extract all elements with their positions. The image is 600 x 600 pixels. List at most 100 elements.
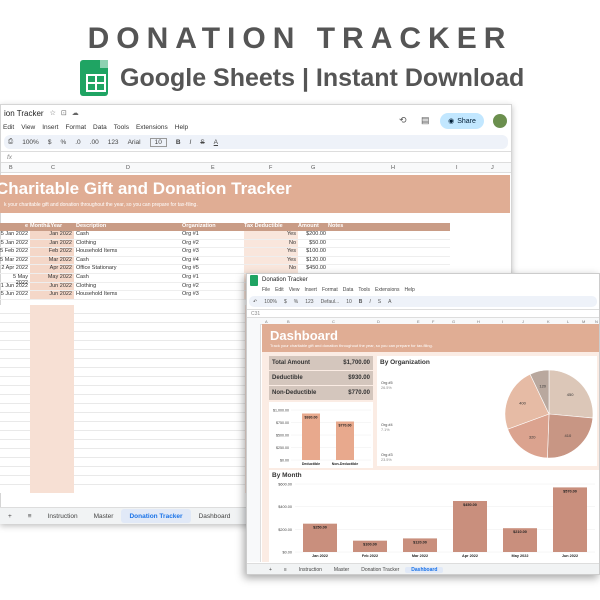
font-size-input[interactable]: 10 bbox=[149, 137, 167, 147]
table-cell[interactable]: Org #3 bbox=[180, 248, 244, 256]
col-f[interactable]: F bbox=[269, 165, 272, 171]
table-cell[interactable]: Household Items bbox=[74, 248, 180, 256]
table-cell[interactable]: Org #4 bbox=[180, 257, 244, 265]
tab-donation-tracker[interactable]: Donation Tracker bbox=[355, 567, 405, 573]
avatar[interactable] bbox=[493, 114, 507, 128]
doc-title[interactable]: ion Tracker bbox=[4, 109, 44, 118]
table-cell[interactable]: Yes bbox=[244, 231, 298, 239]
tab-instruction[interactable]: Instruction bbox=[293, 567, 328, 573]
table-cell[interactable]: Feb 2022 bbox=[30, 248, 74, 256]
share-button[interactable]: ◉ Share bbox=[440, 113, 484, 129]
table-cell[interactable]: Jun 2022 bbox=[30, 282, 74, 291]
table-cell[interactable]: Cash bbox=[74, 274, 180, 282]
increase-decimal-button[interactable]: .00 bbox=[90, 139, 99, 146]
table-cell[interactable] bbox=[328, 231, 378, 239]
menu-extensions[interactable]: Extensions bbox=[375, 287, 399, 293]
bold-button[interactable]: B bbox=[359, 299, 363, 305]
table-cell[interactable]: Org #5 bbox=[180, 265, 244, 273]
star-icon[interactable]: ☆ bbox=[50, 109, 56, 117]
table-cell[interactable]: 5 Jun 2022 bbox=[0, 291, 30, 299]
tab-dashboard[interactable]: Dashboard bbox=[191, 509, 239, 523]
table-cell[interactable]: Office Stationary bbox=[74, 265, 180, 273]
col-h[interactable]: H bbox=[391, 165, 395, 171]
decrease-decimal-button[interactable]: .0 bbox=[75, 139, 80, 146]
table-cell[interactable]: Org #3 bbox=[180, 291, 244, 299]
font-select[interactable]: Defaul... bbox=[321, 299, 340, 305]
menu-data[interactable]: Data bbox=[343, 287, 354, 293]
table-cell[interactable]: Apr 2022 bbox=[30, 265, 74, 273]
table-cell[interactable]: 1 Jun 2022 bbox=[0, 283, 30, 291]
table-cell[interactable] bbox=[328, 248, 378, 256]
menu-data[interactable]: Data bbox=[93, 124, 107, 131]
undo-icon[interactable]: ↶ bbox=[253, 299, 257, 305]
tab-master[interactable]: Master bbox=[86, 509, 122, 523]
currency-button[interactable]: $ bbox=[284, 299, 287, 305]
table-cell[interactable]: Cash bbox=[74, 231, 180, 239]
menu-file[interactable]: File bbox=[262, 287, 270, 293]
tab-dashboard[interactable]: Dashboard bbox=[405, 566, 444, 573]
text-color-button[interactable]: A bbox=[214, 139, 218, 146]
tab-instruction[interactable]: Instruction bbox=[40, 509, 86, 523]
menu-edit[interactable]: Edit bbox=[3, 124, 14, 131]
table-cell[interactable]: Cash bbox=[74, 257, 180, 265]
table-cell[interactable]: Jan 2022 bbox=[30, 239, 74, 248]
table-cell[interactable]: $50.00 bbox=[298, 240, 328, 248]
print-icon[interactable]: ⎙ bbox=[8, 138, 13, 146]
percent-button[interactable]: % bbox=[294, 299, 298, 305]
table-cell[interactable]: 5 Jan 2022 bbox=[0, 240, 30, 248]
table-cell[interactable]: Mar 2022 bbox=[30, 256, 74, 265]
table-cell[interactable]: 2 Apr 2022 bbox=[0, 265, 30, 273]
table-cell[interactable]: May 2022 bbox=[30, 273, 74, 282]
table-cell[interactable] bbox=[328, 240, 378, 248]
zoom-select[interactable]: 100% bbox=[22, 139, 39, 146]
cloud-icon[interactable]: ☁ bbox=[72, 109, 79, 117]
menu-extensions[interactable]: Extensions bbox=[136, 124, 168, 131]
font-select[interactable]: Arial bbox=[128, 139, 141, 146]
formula-bar[interactable]: C31 bbox=[247, 309, 599, 318]
col-d[interactable]: D bbox=[126, 165, 130, 171]
table-cell[interactable]: 5 Mar 2022 bbox=[0, 257, 30, 265]
col-b[interactable]: B bbox=[9, 165, 13, 171]
comment-icon[interactable]: ▤ bbox=[421, 115, 430, 126]
table-cell[interactable]: $200.00 bbox=[298, 231, 328, 239]
text-color-button[interactable]: A bbox=[388, 299, 391, 305]
menu-insert[interactable]: Insert bbox=[42, 124, 58, 131]
table-cell[interactable]: Jan 2022 bbox=[30, 231, 74, 239]
col-c[interactable]: C bbox=[51, 165, 55, 171]
table-cell[interactable]: Org #1 bbox=[180, 231, 244, 239]
doc-title[interactable]: Donation Tracker bbox=[262, 277, 308, 283]
formula-bar[interactable]: fx bbox=[1, 151, 511, 163]
italic-button[interactable]: I bbox=[190, 139, 192, 146]
menu-format[interactable]: Format bbox=[322, 287, 338, 293]
strikethrough-button[interactable]: S bbox=[378, 299, 381, 305]
menu-help[interactable]: Help bbox=[405, 287, 415, 293]
table-cell[interactable]: Yes bbox=[244, 256, 298, 265]
table-cell[interactable]: Org #1 bbox=[180, 274, 244, 282]
menu-tools[interactable]: Tools bbox=[358, 287, 370, 293]
tab-donation-tracker[interactable]: Donation Tracker bbox=[121, 509, 191, 523]
table-cell[interactable]: Clothing bbox=[74, 240, 180, 248]
table-cell[interactable]: Org #2 bbox=[180, 283, 244, 291]
all-sheets-icon[interactable]: ≡ bbox=[20, 509, 40, 523]
table-cell[interactable]: 5 Feb 2022 bbox=[0, 248, 30, 256]
number-format-button[interactable]: 123 bbox=[305, 299, 313, 305]
table-cell[interactable] bbox=[328, 257, 378, 265]
menu-help[interactable]: Help bbox=[175, 124, 188, 131]
all-sheets-icon[interactable]: ≡ bbox=[278, 567, 293, 573]
table-cell[interactable]: 5 May 2022 bbox=[0, 274, 30, 286]
table-cell[interactable]: Household Items bbox=[74, 291, 180, 299]
add-sheet-icon[interactable]: + bbox=[263, 567, 278, 573]
table-cell[interactable]: Yes bbox=[244, 248, 298, 256]
table-cell[interactable] bbox=[328, 265, 378, 273]
cell-ref[interactable]: C31 bbox=[251, 311, 260, 317]
table-cell[interactable]: 5 Jan 2022 bbox=[0, 231, 30, 239]
add-sheet-icon[interactable]: + bbox=[0, 509, 20, 523]
font-size-input[interactable]: 10 bbox=[346, 299, 352, 305]
col-i[interactable]: I bbox=[456, 165, 458, 171]
menu-format[interactable]: Format bbox=[65, 124, 86, 131]
currency-button[interactable]: $ bbox=[48, 139, 52, 146]
menu-tools[interactable]: Tools bbox=[114, 124, 129, 131]
strikethrough-button[interactable]: S bbox=[200, 139, 204, 146]
table-cell[interactable]: Clothing bbox=[74, 283, 180, 291]
table-cell[interactable]: $120.00 bbox=[298, 257, 328, 265]
